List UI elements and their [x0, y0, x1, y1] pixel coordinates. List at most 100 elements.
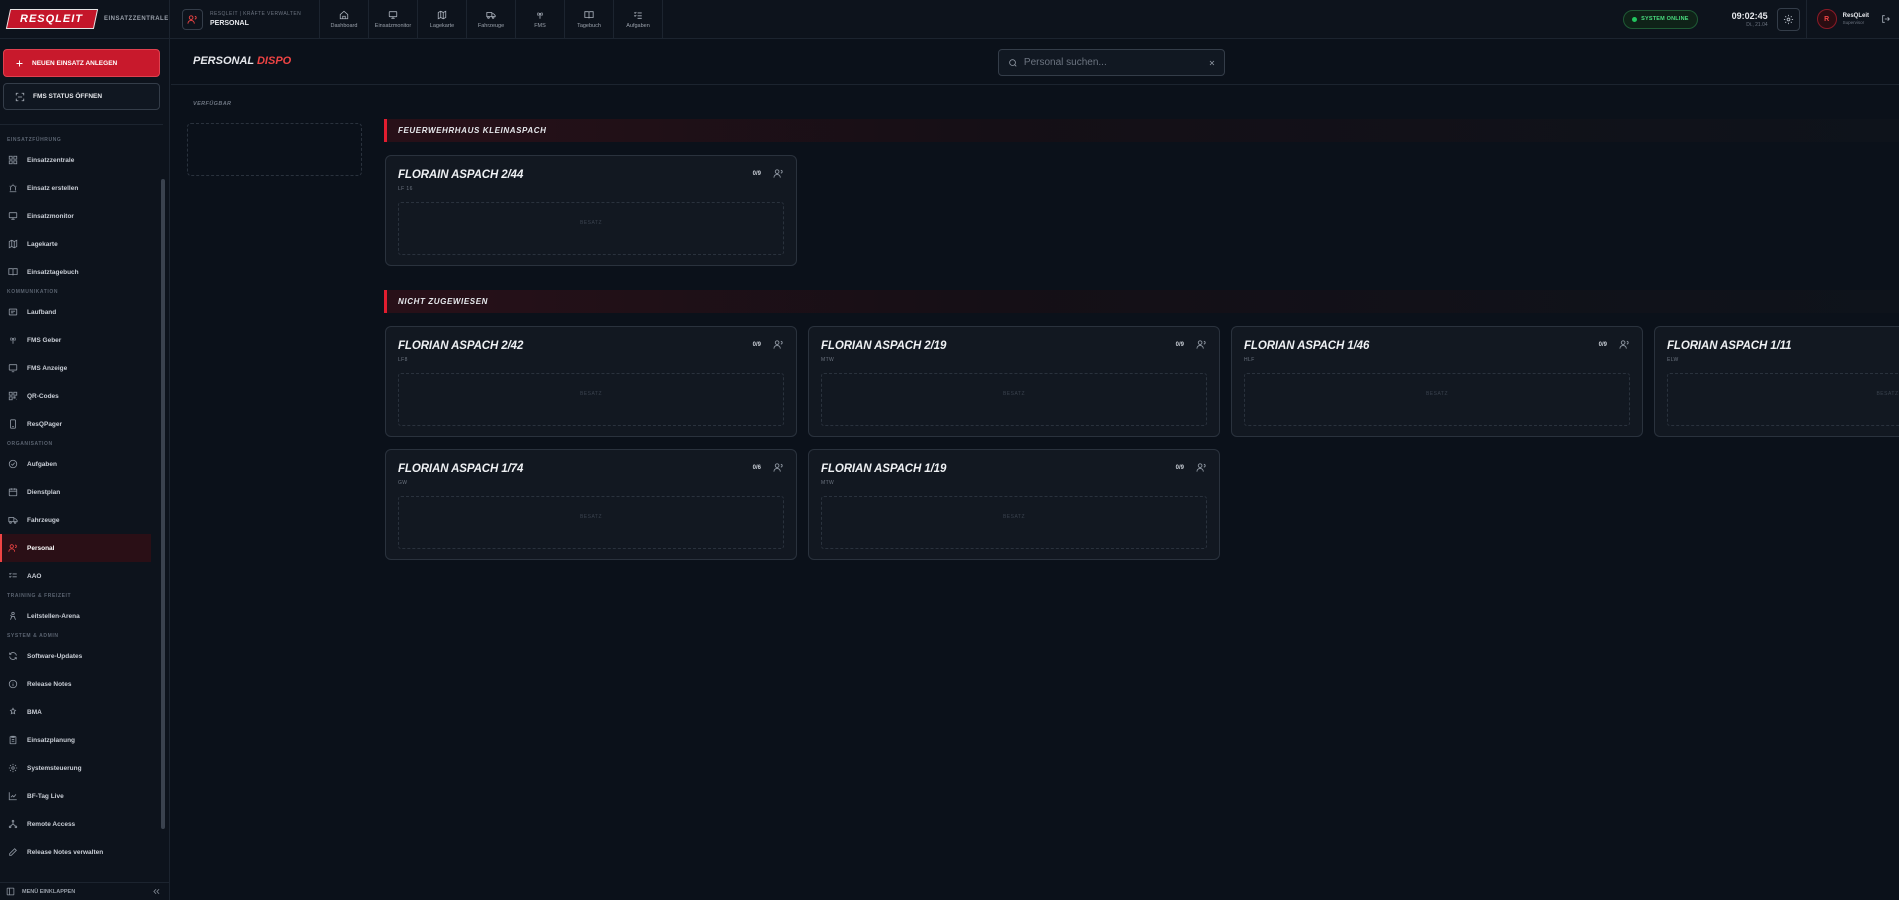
- sidebar-item-dienstplan[interactable]: Dienstplan: [0, 478, 163, 506]
- chevrons-left-icon: [153, 888, 160, 895]
- sidebar-item-label: Einsatz erstellen: [27, 184, 79, 192]
- crew-dropzone-label: BESATZ: [1425, 390, 1449, 397]
- users-icon[interactable]: [1619, 339, 1630, 350]
- sidebar-scrollbar[interactable]: [161, 179, 165, 829]
- sidebar-item-einsatztagebuch[interactable]: Einsatztagebuch: [0, 258, 163, 286]
- sidebar-item-personal[interactable]: Personal: [0, 534, 151, 562]
- vehicle-card[interactable]: FLORIAN ASPACH 1/74 GW 0/6 BESATZ: [385, 449, 797, 560]
- new-incident-button[interactable]: NEUEN EINSATZ ANLEGEN: [3, 49, 160, 77]
- users-icon[interactable]: [1196, 339, 1207, 350]
- sidebar-item-lagekarte[interactable]: Lagekarte: [0, 230, 163, 258]
- crew-dropzone[interactable]: BESATZ: [398, 202, 784, 255]
- sidebar-item-einsatz-erstellen[interactable]: Einsatz erstellen: [0, 174, 163, 202]
- sidebar-item-label: Release Notes: [27, 680, 72, 688]
- vehicle-card[interactable]: FLORAIN ASPACH 2/44 LF 16 0/9 BESATZ: [385, 155, 797, 266]
- home-icon: [339, 10, 349, 19]
- list-icon: [8, 572, 17, 578]
- sidebar-item-systemsteuerung[interactable]: Systemsteuerung: [0, 754, 163, 782]
- sidebar-item-bf-tag-live[interactable]: BF-Tag Live: [0, 782, 163, 810]
- calendar-icon: [8, 488, 18, 497]
- sidebar-item-leitstellen-arena[interactable]: Leitstellen-Arena: [0, 602, 163, 630]
- sidebar-item-release-notes-verwalten[interactable]: Release Notes verwalten: [0, 838, 163, 866]
- vehicle-name: FLORIAN ASPACH 1/46: [1244, 340, 1370, 352]
- vehicle-card[interactable]: FLORIAN ASPACH 1/19 MTW 0/9 BESATZ: [808, 449, 1220, 560]
- qr-icon: [8, 391, 18, 401]
- vehicle-card[interactable]: FLORIAN ASPACH 1/46 HLF 0/9 BESATZ: [1231, 326, 1643, 437]
- edit-icon: [9, 848, 17, 856]
- sidebar-item-label: Systemsteuerung: [27, 764, 82, 772]
- crew-dropzone[interactable]: BESATZ: [398, 373, 784, 426]
- available-dropzone[interactable]: [187, 123, 362, 176]
- fms-status-button[interactable]: FMS STATUS ÖFFNEN: [3, 83, 160, 110]
- users-icon[interactable]: [773, 462, 784, 473]
- sidebar-item-fahrzeuge[interactable]: Fahrzeuge: [0, 506, 163, 534]
- crew-dropzone-label: BESATZ: [579, 219, 603, 226]
- crew-dropzone[interactable]: BESATZ: [821, 373, 1207, 426]
- sidebar-item-aufgaben[interactable]: Aufgaben: [0, 450, 163, 478]
- topnav-einsatzmonitor[interactable]: Einsatzmonitor: [369, 0, 418, 38]
- crew-dropzone[interactable]: BESATZ: [1244, 373, 1630, 426]
- topnav-label: Lagekarte: [429, 22, 455, 29]
- logo-area[interactable]: RESQLEIT EINSATZZENTRALE: [0, 0, 170, 38]
- gear-icon: [1783, 14, 1793, 24]
- nav-section-title: ORGANISATION: [7, 441, 53, 447]
- sidebar-item-fms-geber[interactable]: FMS Geber: [0, 326, 163, 354]
- group-title: FEUERWEHRHAUS KLEINASPACH: [398, 126, 547, 135]
- user-menu[interactable]: R ResQLeit Supervisor: [1805, 0, 1899, 39]
- clipboard-icon: [9, 735, 17, 745]
- sidebar-item-label: Personal: [27, 544, 55, 552]
- topnav-fahrzeuge[interactable]: Fahrzeuge: [467, 0, 516, 38]
- users-icon[interactable]: [773, 168, 784, 179]
- sidebar-item-einsatzzentrale[interactable]: Einsatzzentrale: [0, 146, 163, 174]
- sidebar-item-release-notes[interactable]: Release Notes: [0, 670, 163, 698]
- sidebar-item-label: Lagekarte: [27, 240, 58, 248]
- topnav-dashboard[interactable]: Dashboard: [320, 0, 369, 38]
- new-incident-label: NEUEN EINSATZ ANLEGEN: [32, 59, 118, 67]
- crew-dropzone[interactable]: BESATZ: [1667, 373, 1899, 426]
- crew-dropzone[interactable]: BESATZ: [821, 496, 1207, 549]
- vehicle-card[interactable]: FLORIAN ASPACH 2/19 MTW 0/9 BESATZ: [808, 326, 1220, 437]
- sidebar-item-laufband[interactable]: Laufband: [0, 298, 163, 326]
- logo-subtitle: EINSATZZENTRALE: [104, 16, 169, 22]
- system-status-badge: SYSTEM ONLINE: [1623, 9, 1698, 29]
- sidebar-item-label: Dienstplan: [27, 488, 61, 496]
- app-logo: RESQLEIT: [5, 9, 99, 29]
- sidebar-item-label: BMA: [27, 708, 42, 716]
- topnav-tagebuch[interactable]: Tagebuch: [565, 0, 614, 38]
- users-icon[interactable]: [773, 339, 784, 350]
- person-icon: [10, 611, 16, 620]
- users-icon: [182, 8, 203, 30]
- context-breadcrumb: RESQLEIT | KRÄFTE VERWALTEN: [210, 11, 302, 17]
- sidebar-item-einsatzplanung[interactable]: Einsatzplanung: [0, 726, 163, 754]
- page-context: RESQLEIT | KRÄFTE VERWALTEN PERSONAL: [170, 0, 320, 38]
- sidebar-item-resqpager[interactable]: ResQPager: [0, 410, 163, 438]
- vehicle-card[interactable]: FLORIAN ASPACH 1/11 ELW BESATZ: [1654, 326, 1899, 437]
- close-icon[interactable]: [1208, 59, 1216, 67]
- sidebar-item-label: Aufgaben: [27, 460, 57, 468]
- ticker-icon: [8, 308, 18, 316]
- clock-time: 09:02:45: [1731, 10, 1768, 21]
- collapse-menu-button[interactable]: MENÜ EINKLAPPEN: [0, 882, 169, 900]
- page-title-main: PERSONAL: [193, 55, 254, 67]
- sidebar-item-software-updates[interactable]: Software-Updates: [0, 642, 163, 670]
- sidebar-item-fms-anzeige[interactable]: FMS Anzeige: [0, 354, 163, 382]
- sidebar-item-label: Release Notes verwalten: [27, 848, 104, 856]
- sidebar-item-remote-access[interactable]: Remote Access: [0, 810, 163, 838]
- sidebar-item-einsatzmonitor[interactable]: Einsatzmonitor: [0, 202, 163, 230]
- crew-dropzone[interactable]: BESATZ: [398, 496, 784, 549]
- topnav-fms[interactable]: FMS: [516, 0, 565, 38]
- settings-button[interactable]: [1776, 7, 1800, 31]
- avatar: R: [1816, 9, 1837, 29]
- logout-icon[interactable]: [1881, 14, 1891, 24]
- sidebar-item-qr-codes[interactable]: QR-Codes: [0, 382, 163, 410]
- sidebar-item-aao[interactable]: AAO: [0, 562, 163, 590]
- vehicle-card[interactable]: FLORIAN ASPACH 2/42 LF8 0/9 BESATZ: [385, 326, 797, 437]
- search-input[interactable]: [1023, 57, 1203, 68]
- sidebar-item-bma[interactable]: BMA: [0, 698, 163, 726]
- topnav-label: Fahrzeuge: [477, 22, 505, 29]
- page-title-accent: DISPO: [256, 55, 292, 67]
- group-title: NICHT ZUGEWIESEN: [398, 297, 489, 306]
- users-icon[interactable]: [1196, 462, 1207, 473]
- topnav-aufgaben[interactable]: Aufgaben: [614, 0, 663, 38]
- topnav-lagekarte[interactable]: Lagekarte: [418, 0, 467, 38]
